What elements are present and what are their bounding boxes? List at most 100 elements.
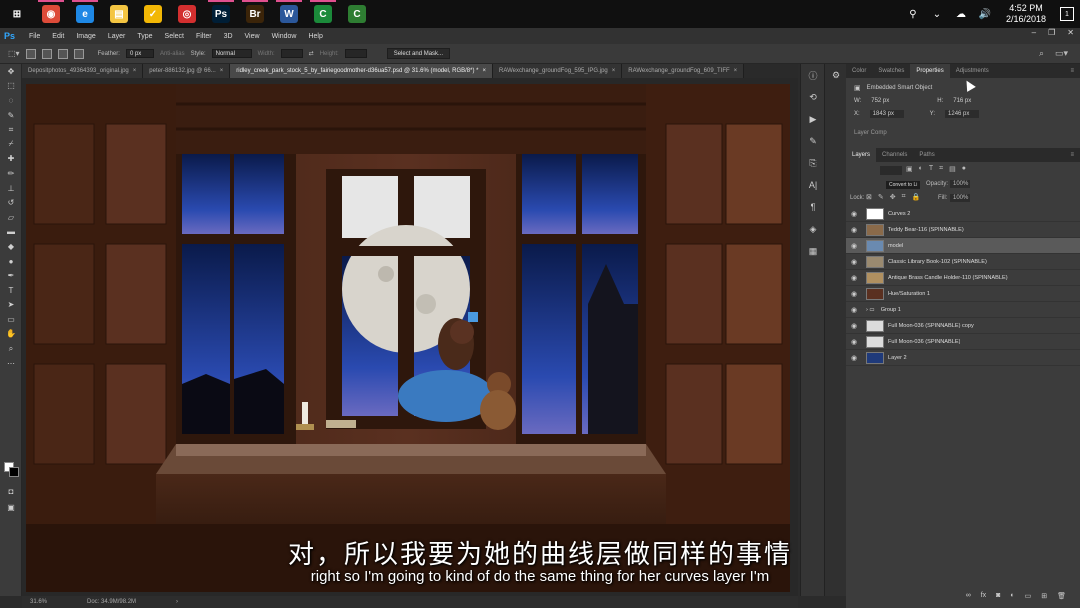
new-group-icon[interactable]: ▭ — [1025, 592, 1032, 604]
x-field[interactable]: 1843 px — [869, 110, 904, 118]
camtasia-icon[interactable]: C — [306, 0, 340, 28]
select-and-mask-button[interactable]: Select and Mask... — [386, 48, 451, 59]
settings-cog-icon[interactable]: ⚙ — [825, 64, 847, 86]
clone-source-icon[interactable]: ⎘ — [801, 152, 825, 174]
style-select[interactable]: Normal — [211, 49, 252, 58]
history-brush-tool-icon[interactable]: ↺ — [0, 195, 22, 210]
layer-style-icon[interactable]: fx — [981, 592, 986, 604]
menu-edit[interactable]: Edit — [46, 33, 70, 40]
link-layers-icon[interactable]: ∞ — [966, 592, 971, 604]
color-swatches[interactable] — [4, 462, 20, 478]
bridge-icon[interactable]: Br — [238, 0, 272, 28]
lock-transparent-icon[interactable]: ⊠ — [866, 193, 872, 201]
notification-icon[interactable]: 1 — [1060, 7, 1074, 21]
swap-icon[interactable]: ⇄ — [309, 50, 314, 57]
menu-select[interactable]: Select — [159, 33, 190, 40]
y-field[interactable]: 1246 px — [945, 110, 980, 118]
layer-row[interactable]: ◉ Full Moon-036 (SPINNABLE) copy — [846, 318, 1080, 334]
photoshop-icon[interactable]: Ps — [204, 0, 238, 28]
document-tab[interactable]: RAWexchange_groundFog_595_IPG.jpg × — [493, 64, 623, 78]
quick-mask-icon[interactable]: ◘ — [0, 484, 22, 499]
close-tab-icon[interactable]: × — [482, 64, 486, 78]
minimize-icon[interactable]: – — [1032, 28, 1036, 37]
brush-tool-icon[interactable]: ✏ — [0, 166, 22, 181]
menu-image[interactable]: Image — [70, 33, 101, 40]
filter-smart-icon[interactable]: ▤ — [949, 165, 956, 173]
screen-mode-icon[interactable]: ▣ — [0, 500, 22, 515]
lock-pixels-icon[interactable]: ✎ — [878, 193, 884, 201]
subtract-selection-icon[interactable] — [57, 48, 68, 59]
filter-toggle-icon[interactable]: ● — [962, 165, 966, 173]
visibility-eye-icon[interactable]: ◉ — [846, 226, 862, 234]
visibility-eye-icon[interactable]: ◉ — [846, 242, 862, 250]
word-icon[interactable]: W — [272, 0, 306, 28]
filter-shape-icon[interactable]: ⌗ — [939, 165, 943, 173]
norton-icon[interactable]: ✓ — [136, 0, 170, 28]
healing-brush-tool-icon[interactable]: ✚ — [0, 152, 22, 167]
tab-layers[interactable]: Layers — [846, 148, 877, 162]
zoom-level[interactable]: 31.6% — [30, 599, 47, 605]
edge-icon[interactable]: e — [68, 0, 102, 28]
crop-tool-icon[interactable]: ⌗ — [0, 122, 22, 137]
filter-adjustment-icon[interactable]: ◐ — [919, 165, 923, 173]
menu-view[interactable]: View — [239, 33, 266, 40]
paragraph-icon[interactable]: ¶ — [801, 196, 825, 218]
camtasia-recorder-icon[interactable]: C — [340, 0, 374, 28]
visibility-eye-icon[interactable]: ◉ — [846, 306, 862, 314]
lasso-tool-icon[interactable]: ◌ — [0, 93, 22, 108]
marquee-tool-icon[interactable]: ⬚ — [0, 79, 22, 94]
tab-paths[interactable]: Paths — [913, 148, 940, 162]
move-tool-icon[interactable]: ✥ — [0, 64, 22, 79]
clone-stamp-tool-icon[interactable]: ⊥ — [0, 181, 22, 196]
rectangle-tool-icon[interactable]: ▭ — [0, 312, 22, 327]
restore-icon[interactable]: ❐ — [1048, 28, 1055, 37]
people-icon[interactable]: ⚲ — [906, 7, 920, 21]
windows-start-icon[interactable]: ⊞ — [0, 0, 34, 28]
document-canvas[interactable] — [26, 84, 790, 592]
chrome-icon[interactable]: ◉ — [34, 0, 68, 28]
menu-layer[interactable]: Layer — [102, 33, 132, 40]
close-tab-icon[interactable]: × — [220, 64, 224, 78]
close-tab-icon[interactable]: × — [612, 64, 616, 78]
visibility-eye-icon[interactable]: ◉ — [846, 274, 862, 282]
more-tools-icon[interactable]: ⋯ — [0, 356, 22, 371]
visibility-eye-icon[interactable]: ◉ — [846, 354, 862, 362]
new-adjustment-icon[interactable]: ◐ — [1010, 592, 1014, 604]
layer-row[interactable]: ◉ model — [846, 238, 1080, 254]
document-tab[interactable]: Depositphotos_49364393_original.jpg × — [22, 64, 144, 78]
layer-row[interactable]: ◉ Full Moon-036 (SPINNABLE) — [846, 334, 1080, 350]
background-color[interactable] — [9, 467, 19, 477]
close-tab-icon[interactable]: × — [734, 64, 738, 78]
actions-icon[interactable]: ▶ — [801, 108, 825, 130]
panel-menu-icon[interactable]: ≡ — [1070, 152, 1080, 158]
close-tab-icon[interactable]: × — [133, 64, 137, 78]
w-value[interactable]: 752 px — [871, 98, 911, 104]
zoom-tool-icon[interactable]: ⌕ — [0, 341, 22, 356]
visibility-eye-icon[interactable]: ◉ — [846, 322, 862, 330]
new-layer-icon[interactable]: ⊞ — [1041, 592, 1047, 604]
lock-all-icon[interactable]: 🔒 — [912, 193, 921, 201]
visibility-eye-icon[interactable]: ◉ — [846, 210, 862, 218]
tab-color[interactable]: Color — [846, 64, 872, 78]
delete-layer-icon[interactable]: 🗑 — [1057, 592, 1066, 604]
menu-3d[interactable]: 3D — [218, 33, 239, 40]
document-tab[interactable]: peter-886132.jpg @ 66... × — [143, 64, 231, 78]
layer-row[interactable]: ◉ Antique Brass Candle Holder-110 (SPINNA… — [846, 270, 1080, 286]
hand-tool-icon[interactable]: ✋ — [0, 327, 22, 342]
layer-row[interactable]: ◉ Classic Library Book-102 (SPINNABLE) — [846, 254, 1080, 270]
tab-properties[interactable]: Properties — [910, 64, 950, 78]
visibility-eye-icon[interactable]: ◉ — [846, 338, 862, 346]
screen-recorder-icon[interactable]: ◎ — [170, 0, 204, 28]
layer-row[interactable]: ◉ › ▭ Group 1 — [846, 302, 1080, 318]
visibility-eye-icon[interactable]: ◉ — [846, 290, 862, 298]
menu-filter[interactable]: Filter — [190, 33, 218, 40]
file-explorer-icon[interactable]: ▤ — [102, 0, 136, 28]
history-icon[interactable]: ⟲ — [801, 86, 825, 108]
height-field[interactable] — [344, 49, 367, 58]
document-tab[interactable]: RAWexchange_groundFog_609_TIFF × — [622, 64, 745, 78]
cloud-icon[interactable]: ☁ — [954, 7, 968, 21]
workspace-icon[interactable]: ▭▾ — [1055, 48, 1068, 59]
document-tab[interactable]: ridley_creek_park_stock_5_by_fairiegoodm… — [230, 64, 493, 78]
type-tool-icon[interactable]: T — [0, 283, 22, 298]
tab-swatches[interactable]: Swatches — [872, 64, 910, 78]
